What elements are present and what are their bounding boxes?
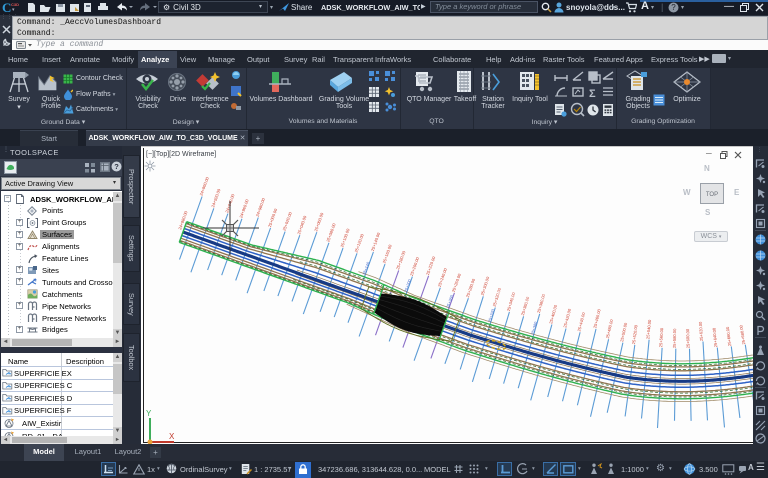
svg-text:25+500.00: 25+500.00 <box>619 322 628 343</box>
svg-text:25+300.00: 25+300.00 <box>480 275 491 296</box>
svg-text:25+460.00: 25+460.00 <box>592 308 602 329</box>
svg-text:24+900.00: 24+900.00 <box>199 176 211 197</box>
svg-text:25+380.00: 25+380.00 <box>536 293 546 314</box>
svg-text:25+360.00: 25+360.00 <box>520 295 531 316</box>
svg-text:25+260.00: 25+260.00 <box>451 272 463 293</box>
svg-text:Σ: Σ <box>589 88 596 100</box>
svg-text:24+880.00: 24+880.00 <box>177 210 189 231</box>
svg-text:X: X <box>169 432 175 441</box>
svg-text:25+440.00: 25+440.00 <box>576 311 586 332</box>
svg-text:25+200: 25+200 <box>403 278 413 293</box>
svg-text:25+340.00: 25+340.00 <box>506 291 517 312</box>
svg-text:25+060.00: 25+060.00 <box>313 211 325 232</box>
svg-text:25+220.00: 25+220.00 <box>425 255 437 276</box>
svg-text:25+140: 25+140 <box>361 260 371 275</box>
svg-text:25+240.00: 25+240.00 <box>437 267 449 288</box>
svg-text:25+120.00: 25+120.00 <box>353 233 365 254</box>
svg-text:25+320.00: 25+320.00 <box>492 287 503 308</box>
svg-text:25+000.00: 25+000.00 <box>267 207 279 228</box>
svg-text:25+600.00: 25+600.00 <box>685 328 690 348</box>
svg-text:25+540.00: 25+540.00 <box>645 319 652 340</box>
svg-text:25+260: 25+260 <box>445 294 455 309</box>
svg-text:25+020.00: 25+020.00 <box>282 211 294 232</box>
svg-text:25+520.00: 25+520.00 <box>631 324 639 345</box>
svg-text:25+040.00: 25+040.00 <box>296 214 308 235</box>
svg-text:25+560.00: 25+560.00 <box>658 327 664 347</box>
svg-text:25+640.00: 25+640.00 <box>711 327 718 348</box>
svg-text:25+660.00: 25+660.00 <box>725 326 732 347</box>
svg-text:25+100.00: 25+100.00 <box>339 227 351 248</box>
svg-text:25+620.00: 25+620.00 <box>698 321 704 341</box>
svg-text:25+400.00: 25+400.00 <box>548 304 558 325</box>
svg-text:25+480.00: 25+480.00 <box>605 318 614 339</box>
svg-text:25+180.00: 25+180.00 <box>395 250 407 271</box>
svg-text:25+580.00: 25+580.00 <box>672 328 677 348</box>
svg-text:25+320: 25+320 <box>487 308 496 323</box>
svg-text:?: ? <box>671 3 676 12</box>
svg-text:25+680.00: 25+680.00 <box>738 324 746 345</box>
svg-text:25+080.00: 25+080.00 <box>325 222 337 243</box>
svg-text:25+420.00: 25+420.00 <box>562 307 572 328</box>
svg-text:?: ? <box>114 162 119 171</box>
svg-text:25+200.00: 25+200.00 <box>409 256 421 277</box>
svg-text:25+140.00: 25+140.00 <box>370 231 382 252</box>
svg-text:Y: Y <box>146 409 152 418</box>
svg-text:25+380: 25+380 <box>530 320 539 335</box>
svg-text:25+280.00: 25+280.00 <box>465 277 477 298</box>
svg-text:25+160.00: 25+160.00 <box>381 243 393 264</box>
